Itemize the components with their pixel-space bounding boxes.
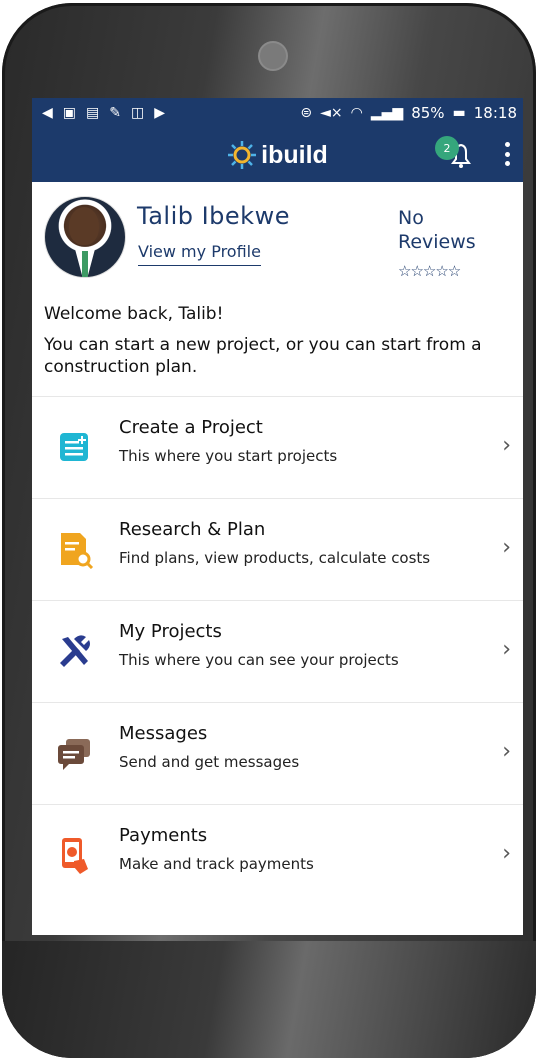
- phone-bottom-bezel: [2, 941, 536, 1058]
- menu-item-create-project[interactable]: Create a Project This where you start pr…: [32, 396, 523, 498]
- status-bar: ◀ ▣ ▤ ✎ ◫ ▶ ⊜ ◄× ◠ ▂▄▆ 85% ▬ 18:18: [32, 98, 523, 128]
- chevron-right-icon: ›: [502, 535, 511, 560]
- menu-item-payments[interactable]: Payments Make and track payments ›: [32, 804, 523, 906]
- menu-item-subtitle: Find plans, view products, calculate cos…: [119, 549, 431, 567]
- menu-item-research-plan[interactable]: Research & Plan Find plans, view product…: [32, 498, 523, 600]
- calendar-alt-icon: ▤: [86, 105, 100, 121]
- logo-text: ibuild: [261, 140, 328, 169]
- back-key-icon: ◀: [42, 105, 53, 121]
- chevron-right-icon: ›: [502, 841, 511, 866]
- overflow-menu-button[interactable]: [505, 142, 511, 166]
- chevron-right-icon: ›: [502, 739, 511, 764]
- battery-percent: 85%: [411, 104, 445, 122]
- menu-item-title: Research & Plan: [119, 519, 266, 540]
- sun-gear-icon: [228, 141, 257, 169]
- avatar[interactable]: [44, 196, 126, 278]
- clock: 18:18: [473, 104, 517, 122]
- view-profile-link[interactable]: View my Profile: [138, 242, 261, 266]
- screen-cast-icon: ◫: [130, 105, 145, 121]
- chat-bubbles-icon: [58, 739, 90, 770]
- main-menu: Create a Project This where you start pr…: [32, 396, 523, 906]
- welcome-section: Welcome back, Talib! You can start a new…: [32, 304, 523, 378]
- avatar-tie: [82, 251, 88, 277]
- menu-item-title: Create a Project: [119, 417, 263, 438]
- tools-icon: [60, 635, 90, 667]
- signal-icon: ▂▄▆: [370, 105, 404, 121]
- wrench-icon: ✎: [109, 105, 121, 121]
- document-search-icon: [61, 533, 94, 569]
- status-bar-right-icons: ⊜ ◄× ◠ ▂▄▆ 85% ▬ 18:18: [300, 104, 517, 122]
- menu-item-title: Payments: [119, 825, 208, 846]
- chevron-right-icon: ›: [502, 433, 511, 458]
- menu-item-subtitle: Send and get messages: [119, 753, 300, 771]
- kebab-dot: [505, 151, 510, 157]
- menu-item-my-projects[interactable]: My Projects This where you can see your …: [32, 600, 523, 702]
- app-screen: ◀ ▣ ▤ ✎ ◫ ▶ ⊜ ◄× ◠ ▂▄▆ 85% ▬ 18:18 ibuil…: [32, 98, 523, 935]
- reviews-label: No Reviews: [398, 207, 476, 253]
- kebab-dot: [505, 161, 510, 166]
- menu-item-subtitle: This where you start projects: [119, 447, 338, 465]
- wifi-icon: ◠: [350, 105, 363, 121]
- profile-name: Talib Ibekwe: [137, 202, 290, 230]
- welcome-greeting: Welcome back, Talib!: [44, 304, 224, 324]
- menu-item-subtitle: Make and track payments: [119, 855, 314, 873]
- mute-icon: ◄×: [320, 105, 343, 121]
- rating-stars: ☆☆☆☆☆: [398, 262, 461, 280]
- play-icon: ▶: [154, 105, 165, 121]
- profile-section: Talib Ibekwe View my Profile No Reviews …: [32, 182, 523, 302]
- document-add-icon: [60, 433, 88, 461]
- ibuild-logo: ibuild: [227, 140, 328, 170]
- status-bar-left-icons: ◀ ▣ ▤ ✎ ◫ ▶: [42, 106, 165, 120]
- menu-item-title: My Projects: [119, 621, 222, 642]
- phone-speaker: [258, 41, 288, 71]
- menu-item-subtitle: This where you can see your projects: [119, 651, 399, 669]
- app-bar: ibuild 2: [32, 128, 523, 182]
- notification-badge: 2: [435, 136, 459, 160]
- avatar-face: [69, 207, 99, 245]
- notifications-button[interactable]: 2: [435, 136, 479, 173]
- welcome-message: You can start a new project, or you can …: [44, 335, 482, 377]
- payment-phone-icon: [62, 838, 88, 874]
- kebab-dot: [505, 142, 510, 147]
- chevron-right-icon: ›: [502, 637, 511, 662]
- menu-item-messages[interactable]: Messages Send and get messages ›: [32, 702, 523, 804]
- do-not-disturb-icon: ⊜: [300, 105, 313, 121]
- calendar-icon: ▣: [62, 105, 77, 121]
- menu-item-title: Messages: [119, 723, 208, 744]
- battery-icon: ▬: [452, 105, 466, 121]
